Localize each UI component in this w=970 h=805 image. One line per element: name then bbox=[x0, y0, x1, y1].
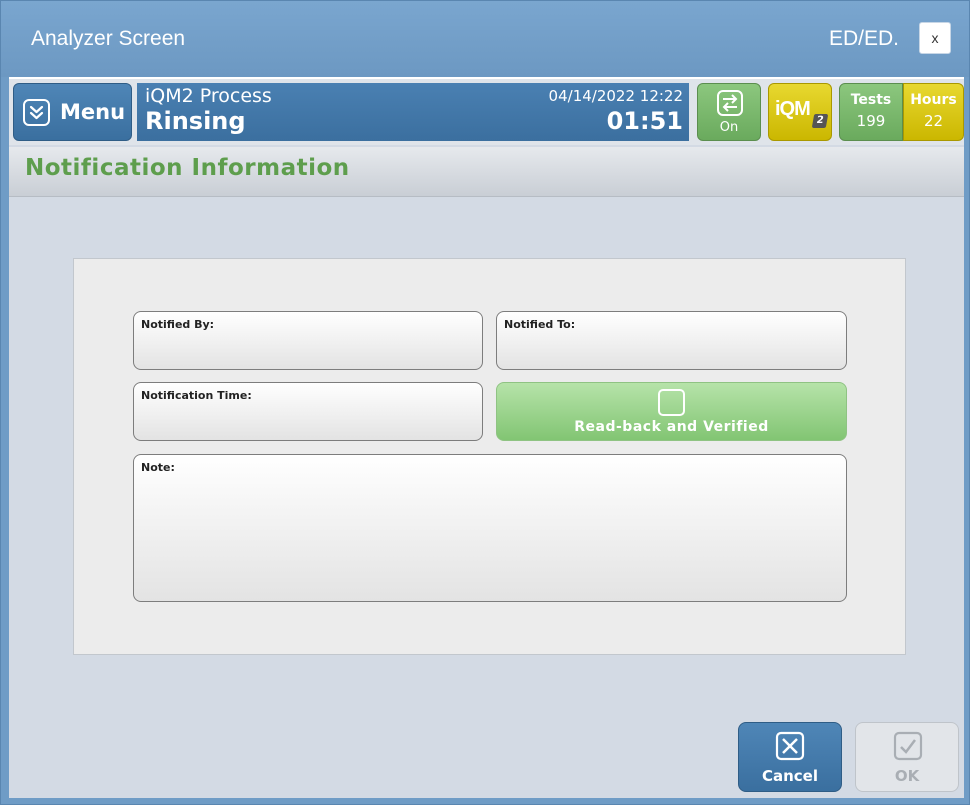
double-chevron-down-icon bbox=[23, 99, 50, 126]
cancel-label: Cancel bbox=[761, 767, 818, 785]
status-bar: Menu iQM2 Process Rinsing 04/14/2022 12:… bbox=[9, 79, 964, 145]
title-bar: Analyzer Screen ED/ED. x bbox=[1, 1, 969, 77]
analyzer-window: Analyzer Screen ED/ED. x Menu iQM2 Proce… bbox=[0, 0, 970, 805]
notification-time-label: Notification Time: bbox=[141, 389, 252, 402]
hours-value: 22 bbox=[923, 112, 944, 130]
hours-label: Hours bbox=[910, 92, 957, 108]
checkbox-icon bbox=[658, 389, 685, 416]
ok-button[interactable]: OK bbox=[855, 722, 959, 792]
window-title: Analyzer Screen bbox=[31, 27, 186, 50]
connection-toggle-button[interactable]: On bbox=[697, 83, 761, 141]
checkmark-box-icon bbox=[893, 731, 923, 761]
note-field[interactable]: Note: bbox=[133, 454, 847, 602]
iqm-logo-text: iQM bbox=[775, 98, 811, 120]
readback-verified-label: Read-back and Verified bbox=[574, 419, 769, 435]
iqm2-status-tile[interactable]: iQM 2 bbox=[768, 83, 832, 141]
note-label: Note: bbox=[141, 461, 175, 474]
process-status-panel: iQM2 Process Rinsing 04/14/2022 12:22 01… bbox=[137, 83, 689, 141]
iqm-logo-subscript: 2 bbox=[811, 114, 829, 128]
notified-to-field[interactable]: Notified To: bbox=[496, 311, 847, 370]
swap-arrows-icon bbox=[717, 90, 743, 116]
close-button[interactable]: x bbox=[919, 22, 951, 54]
menu-button[interactable]: Menu bbox=[13, 83, 132, 141]
current-user: ED/ED. bbox=[828, 27, 899, 50]
notification-form: Notified By: Notified To: Notification T… bbox=[73, 258, 906, 655]
tests-label: Tests bbox=[850, 92, 892, 108]
section-header: Notification Information bbox=[9, 147, 964, 197]
page-title: Notification Information bbox=[25, 155, 350, 181]
hours-counter-tile: Hours 22 bbox=[903, 83, 964, 141]
ok-label: OK bbox=[894, 767, 920, 785]
notified-to-label: Notified To: bbox=[504, 318, 576, 331]
tests-counter-tile: Tests 199 bbox=[839, 83, 903, 141]
menu-label: Menu bbox=[60, 100, 126, 124]
cancel-button[interactable]: Cancel bbox=[738, 722, 842, 792]
readback-verified-toggle[interactable]: Read-back and Verified bbox=[496, 382, 847, 441]
process-state: Rinsing bbox=[145, 107, 246, 135]
process-timer: 01:51 bbox=[606, 107, 683, 135]
tests-value: 199 bbox=[856, 112, 886, 130]
notified-by-label: Notified By: bbox=[141, 318, 215, 331]
close-box-icon bbox=[775, 731, 805, 761]
notification-time-field[interactable]: Notification Time: bbox=[133, 382, 483, 441]
notified-by-field[interactable]: Notified By: bbox=[133, 311, 483, 370]
process-name: iQM2 Process bbox=[145, 85, 272, 107]
toggle-state-label: On bbox=[719, 120, 739, 135]
process-datetime: 04/14/2022 12:22 bbox=[548, 87, 683, 105]
main-content: Menu iQM2 Process Rinsing 04/14/2022 12:… bbox=[9, 77, 964, 798]
